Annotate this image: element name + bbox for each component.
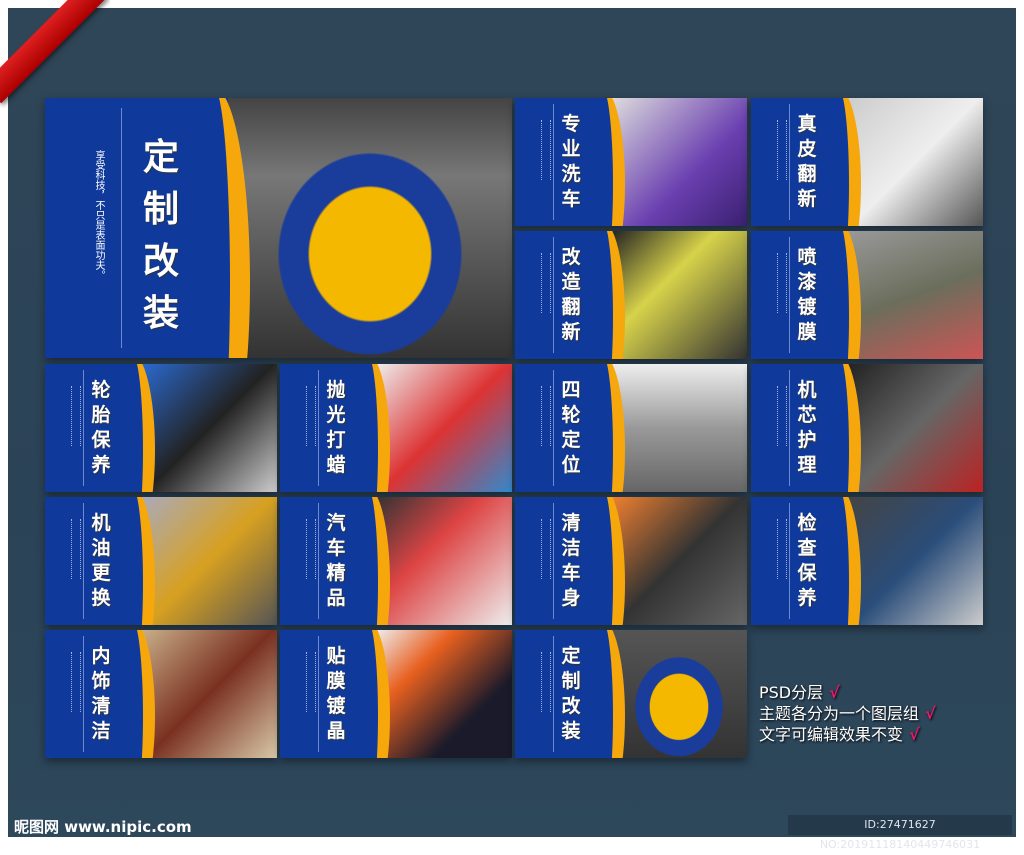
service-panel: 专业洗车 — [515, 98, 747, 226]
service-panel: 四轮定位 — [515, 364, 747, 492]
divider — [789, 503, 790, 619]
panel-title: 改造翻新 — [561, 246, 581, 343]
panel-title: 喷漆镀膜 — [797, 246, 817, 343]
divider — [83, 636, 84, 752]
service-photo — [847, 364, 983, 492]
service-photo — [847, 497, 983, 625]
decorative-text — [71, 519, 81, 579]
service-panel: 清洁车身 — [515, 497, 747, 625]
divider — [318, 503, 319, 619]
service-panel: 轮胎保养 — [45, 364, 277, 492]
service-panel: 改造翻新 — [515, 231, 747, 359]
image-id: ID:27471627 NO:20191118140449746031 — [788, 815, 1012, 851]
decorative-text — [777, 120, 787, 180]
divider — [553, 370, 554, 486]
decorative-text — [541, 386, 551, 446]
decorative-text — [71, 652, 81, 712]
panel-title: 机芯护理 — [797, 379, 817, 476]
check-icon: √ — [909, 725, 920, 744]
service-photo — [376, 364, 512, 492]
divider — [83, 503, 84, 619]
service-photo — [376, 497, 512, 625]
service-photo — [141, 497, 277, 625]
panel-title: 汽车精品 — [326, 512, 346, 609]
panel-title: 机油更换 — [91, 512, 111, 609]
divider — [553, 503, 554, 619]
service-photo — [376, 630, 512, 758]
divider — [83, 370, 84, 486]
decorative-text — [777, 519, 787, 579]
service-photo — [141, 630, 277, 758]
divider — [553, 636, 554, 752]
check-icon: √ — [925, 704, 936, 723]
service-panel: 检查保养 — [751, 497, 983, 625]
race-car-photo — [228, 98, 512, 358]
divider — [789, 370, 790, 486]
decorative-text — [306, 519, 316, 579]
service-photo — [847, 231, 983, 359]
service-photo — [611, 231, 747, 359]
panel-title: 抛光打蜡 — [326, 379, 346, 476]
decorative-text — [306, 652, 316, 712]
decorative-text — [306, 386, 316, 446]
main-panel: 享受科技，不只是表面功夫。 定制改装 — [45, 98, 512, 358]
divider — [318, 636, 319, 752]
decorative-text — [541, 519, 551, 579]
service-panel: 机油更换 — [45, 497, 277, 625]
divider — [553, 237, 554, 353]
main-title: 定制改装 — [142, 137, 179, 334]
panel-title: 清洁车身 — [561, 512, 581, 609]
service-photo — [847, 98, 983, 226]
divider — [318, 370, 319, 486]
panel-title: 四轮定位 — [561, 379, 581, 476]
decorative-text — [541, 652, 551, 712]
decorative-text — [71, 386, 81, 446]
site-logo[interactable]: 昵图网 www.nipic.com — [14, 816, 192, 837]
decorative-text — [777, 253, 787, 313]
service-panel: 定制改装 — [515, 630, 747, 758]
service-panel: 机芯护理 — [751, 364, 983, 492]
panel-title: 真皮翻新 — [797, 113, 817, 210]
note: 文字可编辑效果不变 — [759, 725, 904, 744]
panel-title: 贴膜镀晶 — [326, 645, 346, 742]
divider — [789, 237, 790, 353]
panel-title: 定制改装 — [561, 645, 581, 742]
service-photo — [611, 497, 747, 625]
decorative-text — [541, 120, 551, 180]
service-photo — [141, 364, 277, 492]
note: PSD分层 — [759, 683, 824, 702]
panel-title: 轮胎保养 — [91, 379, 111, 476]
service-panel: 贴膜镀晶 — [280, 630, 512, 758]
panel-title: 专业洗车 — [561, 113, 581, 210]
service-panel: 真皮翻新 — [751, 98, 983, 226]
notes: PSD分层 √ 主题各分为一个图层组 √ 文字可编辑效果不变 √ — [759, 682, 936, 745]
corner-ribbon — [0, 0, 110, 110]
service-photo — [611, 98, 747, 226]
panel-title: 内饰清洁 — [91, 645, 111, 742]
note: 主题各分为一个图层组 — [759, 704, 920, 723]
divider — [121, 108, 122, 348]
panel-title: 检查保养 — [797, 512, 817, 609]
service-panel: 抛光打蜡 — [280, 364, 512, 492]
service-panel: 内饰清洁 — [45, 630, 277, 758]
check-icon: √ — [829, 683, 840, 702]
service-panel: 汽车精品 — [280, 497, 512, 625]
divider — [553, 104, 554, 220]
main-subtitle: 享受科技，不只是表面功夫。 — [93, 150, 104, 280]
decorative-text — [541, 253, 551, 313]
divider — [789, 104, 790, 220]
service-photo — [611, 630, 747, 758]
service-photo — [611, 364, 747, 492]
service-panel: 喷漆镀膜 — [751, 231, 983, 359]
decorative-text — [777, 386, 787, 446]
